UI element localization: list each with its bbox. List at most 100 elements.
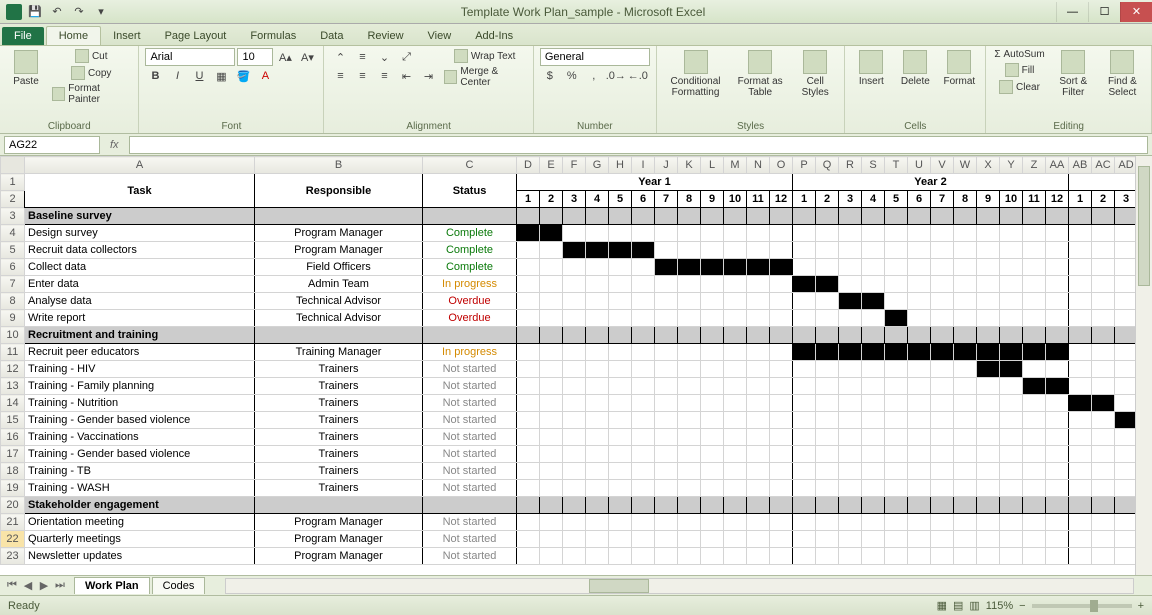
gantt-cell[interactable] — [977, 344, 1000, 361]
task-cell[interactable]: Recruit data collectors — [25, 242, 255, 259]
gantt-cell[interactable] — [793, 531, 816, 548]
gantt-cell[interactable] — [632, 463, 655, 480]
row-header[interactable]: 17 — [1, 446, 25, 463]
task-cell[interactable]: Analyse data — [25, 293, 255, 310]
gantt-cell[interactable] — [977, 276, 1000, 293]
indent-decrease-icon[interactable]: ⇤ — [396, 67, 416, 85]
gantt-cell[interactable] — [931, 531, 954, 548]
gantt-cell[interactable] — [747, 378, 770, 395]
gantt-cell[interactable] — [563, 225, 586, 242]
gantt-cell[interactable] — [678, 378, 701, 395]
gantt-cell[interactable] — [563, 548, 586, 565]
gantt-cell[interactable] — [1000, 259, 1023, 276]
gantt-cell[interactable] — [563, 395, 586, 412]
responsible-cell[interactable]: Technical Advisor — [255, 293, 423, 310]
task-cell[interactable]: Newsletter updates — [25, 548, 255, 565]
gantt-cell[interactable] — [908, 242, 931, 259]
gantt-cell[interactable] — [1092, 463, 1115, 480]
gantt-cell[interactable] — [655, 548, 678, 565]
gantt-cell[interactable] — [724, 242, 747, 259]
tab-addins[interactable]: Add-Ins — [463, 27, 525, 45]
gantt-cell[interactable] — [724, 361, 747, 378]
status-cell[interactable]: Overdue — [423, 310, 517, 327]
gantt-cell[interactable] — [1023, 531, 1046, 548]
gantt-cell[interactable] — [1000, 361, 1023, 378]
gantt-cell[interactable] — [1000, 276, 1023, 293]
gantt-cell[interactable] — [885, 310, 908, 327]
qat-dropdown-icon[interactable]: ▾ — [92, 3, 110, 21]
gantt-cell[interactable] — [1023, 361, 1046, 378]
gantt-cell[interactable] — [816, 293, 839, 310]
gantt-cell[interactable] — [885, 259, 908, 276]
gantt-cell[interactable] — [517, 446, 540, 463]
gantt-cell[interactable] — [540, 276, 563, 293]
format-painter-button[interactable]: Format Painter — [50, 82, 132, 106]
gantt-cell[interactable] — [655, 276, 678, 293]
gantt-cell[interactable] — [1023, 412, 1046, 429]
gantt-cell[interactable] — [931, 480, 954, 497]
gantt-cell[interactable] — [655, 395, 678, 412]
gantt-cell[interactable] — [816, 225, 839, 242]
gantt-cell[interactable] — [885, 361, 908, 378]
gantt-cell[interactable] — [678, 259, 701, 276]
gantt-cell[interactable] — [770, 548, 793, 565]
gantt-cell[interactable] — [678, 310, 701, 327]
col-header[interactable]: D — [517, 157, 540, 174]
gantt-cell[interactable] — [678, 548, 701, 565]
gantt-cell[interactable] — [908, 310, 931, 327]
sheet-tab-codes[interactable]: Codes — [152, 577, 206, 594]
gantt-cell[interactable] — [839, 293, 862, 310]
gantt-cell[interactable] — [839, 344, 862, 361]
gantt-cell[interactable] — [747, 225, 770, 242]
gantt-cell[interactable] — [517, 310, 540, 327]
col-header[interactable]: N — [747, 157, 770, 174]
gantt-cell[interactable] — [609, 480, 632, 497]
gantt-cell[interactable] — [977, 242, 1000, 259]
responsible-cell[interactable]: Trainers — [255, 361, 423, 378]
gantt-cell[interactable] — [724, 293, 747, 310]
row-header[interactable]: 16 — [1, 429, 25, 446]
gantt-cell[interactable] — [1000, 293, 1023, 310]
gantt-cell[interactable] — [609, 395, 632, 412]
gantt-cell[interactable] — [1000, 395, 1023, 412]
col-header[interactable]: C — [423, 157, 517, 174]
responsible-cell[interactable]: Admin Team — [255, 276, 423, 293]
gantt-cell[interactable] — [908, 412, 931, 429]
row-header[interactable]: 4 — [1, 225, 25, 242]
gantt-cell[interactable] — [517, 429, 540, 446]
gantt-cell[interactable] — [747, 463, 770, 480]
row-header[interactable]: 11 — [1, 344, 25, 361]
gantt-cell[interactable] — [816, 446, 839, 463]
gantt-cell[interactable] — [632, 480, 655, 497]
gantt-cell[interactable] — [862, 361, 885, 378]
gantt-cell[interactable] — [977, 395, 1000, 412]
task-cell[interactable]: Training - Gender based violence — [25, 446, 255, 463]
horizontal-scrollbar[interactable] — [225, 578, 1134, 594]
gantt-cell[interactable] — [747, 276, 770, 293]
gantt-cell[interactable] — [954, 259, 977, 276]
decrease-font-icon[interactable]: A▾ — [297, 48, 317, 66]
gantt-cell[interactable] — [931, 446, 954, 463]
gantt-cell[interactable] — [862, 276, 885, 293]
tab-view[interactable]: View — [416, 27, 464, 45]
gantt-cell[interactable] — [793, 361, 816, 378]
gantt-cell[interactable] — [908, 378, 931, 395]
align-center-icon[interactable]: ≡ — [352, 67, 372, 85]
gantt-cell[interactable] — [954, 429, 977, 446]
gantt-cell[interactable] — [1069, 429, 1092, 446]
responsible-cell[interactable]: Trainers — [255, 446, 423, 463]
gantt-cell[interactable] — [701, 310, 724, 327]
gantt-cell[interactable] — [1046, 548, 1069, 565]
gantt-cell[interactable] — [586, 395, 609, 412]
gantt-cell[interactable] — [1000, 548, 1023, 565]
gantt-cell[interactable] — [977, 225, 1000, 242]
gantt-cell[interactable] — [862, 463, 885, 480]
cut-button[interactable]: Cut — [50, 48, 132, 64]
status-cell[interactable]: Complete — [423, 225, 517, 242]
gantt-cell[interactable] — [908, 293, 931, 310]
number-format-select[interactable]: General — [540, 48, 650, 66]
sheet-nav-next-icon[interactable]: ▶ — [36, 579, 52, 592]
gantt-cell[interactable] — [678, 344, 701, 361]
responsible-cell[interactable]: Program Manager — [255, 242, 423, 259]
gantt-cell[interactable] — [908, 514, 931, 531]
